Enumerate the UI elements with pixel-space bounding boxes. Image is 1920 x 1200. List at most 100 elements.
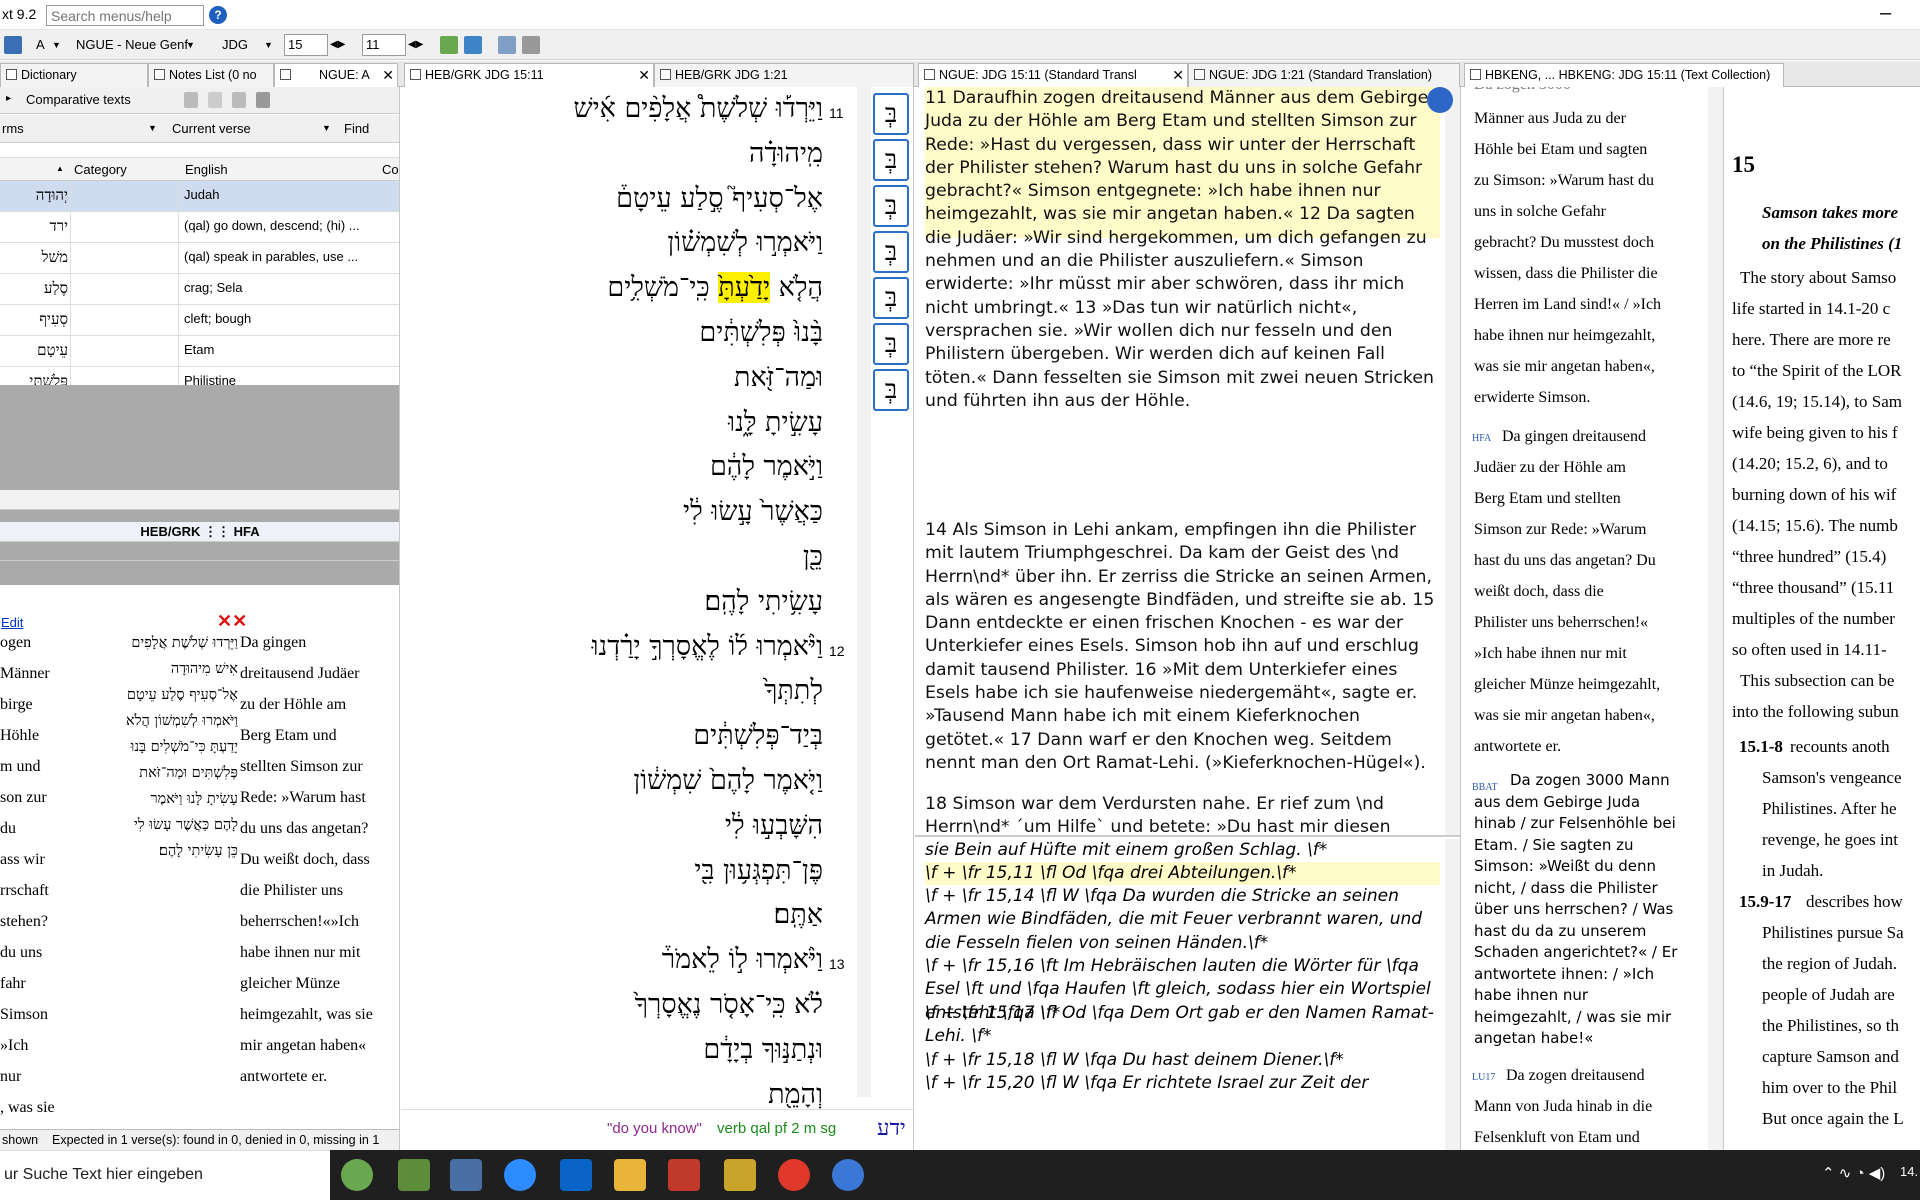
pdf-icon[interactable] xyxy=(668,1159,700,1191)
find-button[interactable]: Find xyxy=(344,121,369,136)
hebrew-term: יְהוּדָה xyxy=(35,186,68,204)
clock[interactable]: 14. xyxy=(1900,1164,1918,1179)
terms-filter[interactable]: rms xyxy=(2,121,24,136)
vivaldi-icon[interactable] xyxy=(778,1159,810,1191)
cross-reference-line[interactable]: so often used in 14.11- xyxy=(1732,634,1887,665)
app-title: xt 9.2 xyxy=(2,6,37,22)
app2-icon[interactable] xyxy=(398,1159,430,1191)
collection-line: was sie mir angetan haben«, xyxy=(1474,707,1655,724)
ngue-splitter[interactable] xyxy=(915,835,1460,837)
close-icon[interactable]: ✕ xyxy=(382,64,394,86)
app3-icon[interactable] xyxy=(450,1159,482,1191)
row-divider xyxy=(70,336,71,367)
collection-line: heimgezahlt, / was sie mir xyxy=(1474,1007,1672,1026)
search-menus-input[interactable] xyxy=(46,5,204,26)
footnote: \f + \fr 15,18 \fl W \fqa Du hast deinem… xyxy=(925,1050,1344,1070)
side-letter-button[interactable]: בְּ xyxy=(873,323,909,365)
delete-icon[interactable]: ✕✕ xyxy=(217,611,247,632)
tab-hbkeng[interactable]: HBKENG, ... HBKENG: JDG 15:11 (Text Coll… xyxy=(1464,63,1784,87)
table-row[interactable]: משׁל (qal) speak in parables, use ... xyxy=(0,243,399,274)
hebrew-scrollbar[interactable] xyxy=(857,87,871,1097)
collection-scrollbar[interactable] xyxy=(1708,87,1723,1150)
minimize-icon[interactable]: – xyxy=(1880,2,1891,25)
expand-icon[interactable]: ▸ xyxy=(6,93,11,104)
side-letter-button[interactable]: בְּ xyxy=(873,93,909,135)
scope-filter[interactable]: Current verse xyxy=(172,121,251,136)
sort-icon[interactable]: ▲ xyxy=(56,164,64,173)
help-icon[interactable]: ? xyxy=(209,6,227,24)
ngue-scrollbar[interactable] xyxy=(1445,87,1460,835)
app8-icon[interactable] xyxy=(724,1159,756,1191)
zoom-icon[interactable] xyxy=(504,1159,536,1191)
chart-icon[interactable] xyxy=(1427,87,1453,113)
col-comment[interactable]: Co xyxy=(382,162,399,177)
col-english[interactable]: English xyxy=(185,162,228,177)
tray-icons[interactable]: ⌃ ∿ ◔ ◀) xyxy=(1822,1164,1885,1182)
side-letter-button[interactable]: בְּ xyxy=(873,231,909,273)
chat-icon[interactable] xyxy=(832,1159,864,1191)
edit-icon[interactable] xyxy=(184,92,198,108)
taskbar-search-text[interactable]: ur Suche Text hier eingeben xyxy=(4,1166,203,1184)
table-row[interactable]: יְהוּדָה Judah xyxy=(0,181,399,212)
copy-icon[interactable] xyxy=(208,92,222,108)
chart-icon[interactable] xyxy=(232,92,246,108)
verse-stepper-icon[interactable]: ◀▶ xyxy=(408,34,423,56)
layout-icon[interactable] xyxy=(464,36,482,54)
english-gloss: (qal) go down, descend; (hi) ... xyxy=(184,218,360,233)
paratext-icon[interactable] xyxy=(341,1159,373,1191)
commentary-line: describes how xyxy=(1806,892,1903,911)
splitter[interactable] xyxy=(0,490,399,510)
col-category[interactable]: Category xyxy=(74,162,127,177)
tab-notes-list[interactable]: Notes List (0 no xyxy=(148,63,274,87)
font-button[interactable]: A xyxy=(36,34,45,56)
book-dropdown-icon[interactable]: ▼ xyxy=(264,34,273,56)
close-icon[interactable]: ✕ xyxy=(1172,64,1184,86)
table-row[interactable]: ירד (qal) go down, descend; (hi) ... xyxy=(0,212,399,243)
tab-ngue-1-21[interactable]: NGUE: JDG 1:21 (Standard Translation) xyxy=(1188,63,1460,87)
chapter-stepper-icon[interactable]: ◀▶ xyxy=(330,34,345,56)
verse-input[interactable]: 11 xyxy=(362,34,406,56)
tab-ngue-left[interactable]: NGUE: A ✕ xyxy=(274,63,398,87)
side-letter-button[interactable]: בְּ xyxy=(873,369,909,411)
commentary-line: the Philistines, so th xyxy=(1762,1016,1899,1035)
edit-link[interactable]: Edit xyxy=(1,615,23,630)
grid-icon[interactable] xyxy=(256,92,270,108)
view-options-icon[interactable] xyxy=(522,36,540,54)
close-icon[interactable]: ✕ xyxy=(638,64,650,86)
chapter-input[interactable]: 15 xyxy=(284,34,328,56)
side-letter-button[interactable]: בְּ xyxy=(873,139,909,181)
english-gloss: Judah xyxy=(184,187,220,202)
taskbar-search[interactable]: ur Suche Text hier eingeben xyxy=(0,1150,330,1200)
table-row[interactable]: עֵיטָם Etam xyxy=(0,336,399,367)
highlighted-word[interactable]: יָדַ֙עְתָּ֙ xyxy=(718,272,771,304)
footnotes-scrollbar[interactable] xyxy=(1445,839,1460,1150)
cross-reference-line[interactable]: life started in 14.1-20 c xyxy=(1732,293,1890,324)
bible-select[interactable]: NGUE - Neue Genf xyxy=(76,34,188,56)
tab-dictionary[interactable]: Dictionary xyxy=(0,63,148,87)
folder-icon[interactable] xyxy=(614,1159,646,1191)
book-select[interactable]: JDG xyxy=(222,34,248,56)
table-row[interactable]: סְעִיף cleft; bough xyxy=(0,305,399,336)
tab-ngue-15-11[interactable]: NGUE: JDG 15:11 (Standard Transl ✕ xyxy=(918,63,1188,87)
link-icon[interactable] xyxy=(440,36,458,54)
commentary-line: capture Samson and xyxy=(1762,1047,1899,1066)
footnote: \f + \fr 15,14 \fl W \fqa Da wurden die … xyxy=(925,886,1423,953)
status-expected: Expected in 1 verse(s): found in 0, deni… xyxy=(52,1133,380,1147)
comparative-texts-label[interactable]: Comparative texts xyxy=(26,92,131,107)
row-divider xyxy=(70,305,71,336)
save-icon[interactable] xyxy=(4,36,22,54)
tab-heb-grk-15-11[interactable]: HEB/GRK JDG 15:11 ✕ xyxy=(404,63,654,87)
scope-dropdown-icon[interactable]: ▼ xyxy=(322,123,331,133)
outlook-icon[interactable] xyxy=(560,1159,592,1191)
menu-icon xyxy=(1470,69,1481,80)
sync-icon[interactable] xyxy=(498,36,516,54)
table-row[interactable]: סֶלַע crag; Sela xyxy=(0,274,399,305)
terms-dropdown-icon[interactable]: ▼ xyxy=(148,123,157,133)
side-letter-button[interactable]: בְּ xyxy=(873,185,909,227)
bible-dropdown-icon[interactable]: ▼ xyxy=(186,34,195,56)
row-divider xyxy=(178,181,179,212)
tab-heb-grk-1-21[interactable]: HEB/GRK JDG 1:21 xyxy=(654,63,914,87)
side-letter-button[interactable]: בְּ xyxy=(873,277,909,319)
font-dropdown-icon[interactable]: ▼ xyxy=(52,34,61,56)
collection-line: zu Simson: »Warum hast du xyxy=(1474,172,1655,189)
